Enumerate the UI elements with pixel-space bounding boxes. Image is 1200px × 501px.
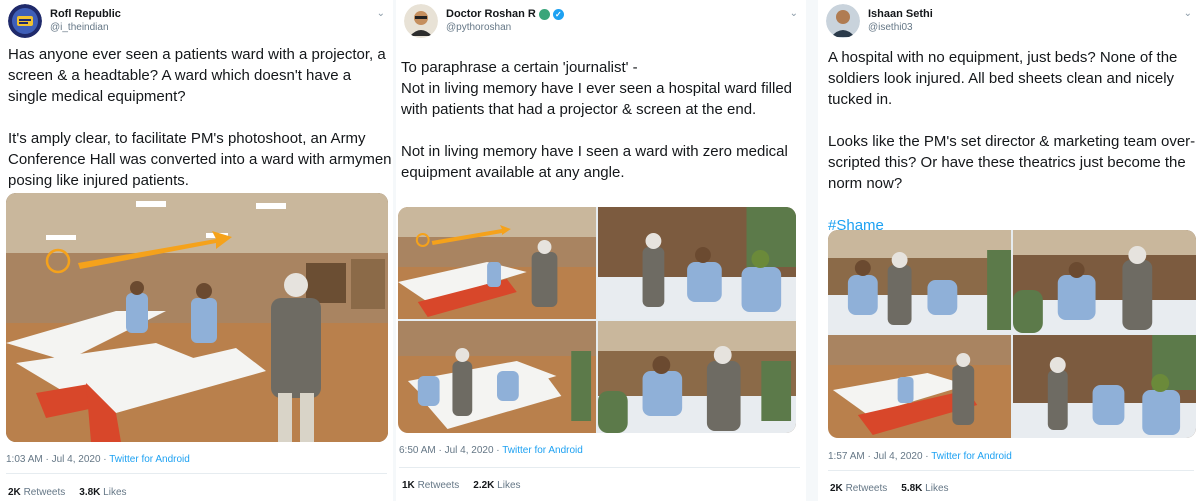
retweets-count: 2K [8,487,21,498]
engagement-stats: 1K Retweets 2.2K Likes [402,480,521,491]
chevron-down-icon[interactable]: ⌄ [790,8,798,19]
ward-photo [598,321,796,433]
tweet-photo[interactable] [598,207,796,319]
tweet-header: Rofl Republic @i_theindian ⌄ [8,4,385,44]
avatar[interactable] [8,4,42,38]
chevron-down-icon[interactable]: ⌄ [377,8,385,19]
engagement-stats: 2K Retweets 5.8K Likes [830,483,949,494]
globe-icon [538,8,550,20]
display-name[interactable]: Doctor Roshan R [446,8,536,20]
likes-count: 2.2K [473,480,495,491]
timestamp-text[interactable]: 6:50 AM · Jul 4, 2020 · [399,445,502,456]
tweet-timestamp[interactable]: 1:03 AM · Jul 4, 2020 · Twitter for Andr… [6,454,190,465]
ward-photo [1013,335,1196,438]
retweets-label: Retweets [845,483,888,494]
tweet-timestamp[interactable]: 1:57 AM · Jul 4, 2020 · Twitter for Andr… [828,451,1012,462]
retweets-stat[interactable]: 2K Retweets [8,487,65,498]
divider [828,470,1194,471]
tweet-photo[interactable] [398,321,596,433]
person-avatar-icon [826,4,860,38]
likes-count: 3.8K [79,487,101,498]
display-name[interactable]: Rofl Republic [50,8,121,20]
tweet-text: To paraphrase a certain 'journalist' - N… [401,59,793,181]
retweets-count: 2K [830,483,843,494]
column-separator [806,0,818,501]
ward-photo [398,207,596,319]
tweet-photo[interactable] [828,230,1011,333]
chevron-down-icon[interactable]: ⌄ [1184,8,1192,19]
ward-photo [598,207,796,319]
display-name[interactable]: Ishaan Sethi [868,8,933,20]
ward-photo [828,335,1011,438]
tweet-header: Ishaan Sethi @isethi03 ⌄ [826,4,1192,44]
divider [399,467,800,468]
retweets-label: Retweets [417,480,460,491]
retweets-label: Retweets [23,487,66,498]
handle[interactable]: @isethi03 [868,22,933,33]
tweet-text: Has anyone ever seen a patients ward wit… [8,46,392,189]
engagement-stats: 2K Retweets 3.8K Likes [8,487,127,498]
handle[interactable]: @i_theindian [50,22,121,33]
likes-label: Likes [103,487,127,498]
tweet-card[interactable]: Rofl Republic @i_theindian ⌄ Has anyone … [0,0,393,501]
source-link[interactable]: Twitter for Android [109,454,190,465]
tweet-photo[interactable] [6,193,388,442]
timestamp-text[interactable]: 1:03 AM · Jul 4, 2020 · [6,454,109,465]
tweet-timestamp[interactable]: 6:50 AM · Jul 4, 2020 · Twitter for Andr… [399,445,583,456]
display-name-row[interactable]: Doctor Roshan R ✓ [446,8,564,20]
likes-count: 5.8K [901,483,923,494]
likes-label: Likes [497,480,521,491]
verified-icon: ✓ [552,8,564,20]
ward-photo [6,193,388,442]
tweet-photo[interactable] [1013,230,1196,333]
likes-stat[interactable]: 3.8K Likes [79,487,126,498]
retweets-stat[interactable]: 2K Retweets [830,483,887,494]
tweet-card[interactable]: Doctor Roshan R ✓ @pythoroshan ⌄ To para… [396,0,806,501]
tweet-photo[interactable] [398,207,596,319]
ward-photo [828,230,1011,333]
source-link[interactable]: Twitter for Android [502,445,583,456]
rofl-republic-logo-icon [8,4,42,38]
person-avatar-icon [404,4,438,38]
tweet-photo[interactable] [828,335,1011,438]
handle[interactable]: @pythoroshan [446,22,564,33]
divider [6,473,387,474]
avatar[interactable] [826,4,860,38]
tweet-text-body: A hospital with no equipment, just beds?… [828,49,1196,192]
source-link[interactable]: Twitter for Android [931,451,1012,462]
likes-stat[interactable]: 5.8K Likes [901,483,948,494]
tweet-photo[interactable] [1013,335,1196,438]
tweet-text: A hospital with no equipment, just beds?… [828,47,1200,236]
likes-label: Likes [925,483,949,494]
ward-photo [398,321,596,433]
tweet-header: Doctor Roshan R ✓ @pythoroshan ⌄ [404,4,798,44]
ward-photo [1013,230,1196,333]
retweets-stat[interactable]: 1K Retweets [402,480,459,491]
tweet-photo[interactable] [598,321,796,433]
avatar[interactable] [404,4,438,38]
timestamp-text[interactable]: 1:57 AM · Jul 4, 2020 · [828,451,931,462]
tweet-photo-grid [398,207,796,433]
retweets-count: 1K [402,480,415,491]
likes-stat[interactable]: 2.2K Likes [473,480,520,491]
tweet-card[interactable]: Ishaan Sethi @isethi03 ⌄ A hospital with… [818,0,1200,501]
tweet-photo-grid [828,230,1196,438]
